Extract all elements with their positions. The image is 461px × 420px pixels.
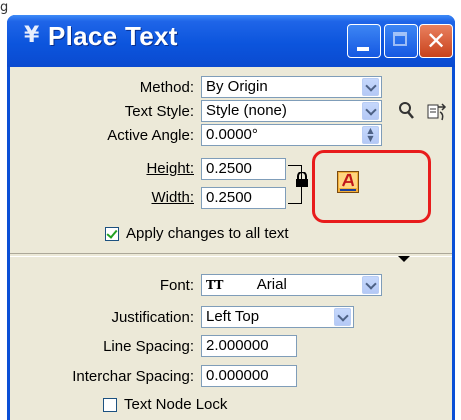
window-title: Place Text — [48, 21, 178, 51]
width-input[interactable]: 0.2500 — [201, 187, 286, 209]
justification-select[interactable]: Left Top — [201, 306, 354, 328]
text-style-label: Text Style: — [124, 103, 194, 120]
font-label: Font: — [159, 277, 194, 294]
interchar-spacing-input[interactable]: 0.000000 — [201, 365, 297, 387]
checkmark-icon — [106, 227, 118, 239]
maximize-button — [384, 24, 418, 58]
close-button[interactable]: ✕ — [419, 24, 453, 58]
width-label: Width: — [151, 189, 194, 206]
expand-arrow-icon[interactable] — [398, 256, 410, 262]
font-dropdown-button[interactable] — [362, 276, 379, 294]
text-node-lock-checkbox[interactable] — [103, 398, 117, 412]
font-select[interactable]: TT Arial — [201, 274, 382, 296]
text-editor-icon[interactable] — [337, 171, 359, 193]
width-value: 0.2500 — [206, 189, 252, 206]
text-style-dropdown-button[interactable] — [362, 102, 379, 120]
magnifier-icon[interactable] — [396, 100, 418, 122]
apply-changes-checkbox[interactable] — [105, 227, 119, 241]
justification-label: Justification: — [111, 309, 194, 326]
method-label: Method: — [139, 79, 194, 96]
active-angle-input[interactable]: 0.0000° — [201, 124, 382, 146]
section-divider — [10, 253, 452, 257]
method-dropdown-button[interactable] — [362, 78, 379, 96]
font-value: Arial — [256, 276, 287, 293]
text-style-value: Style (none) — [206, 102, 287, 119]
interchar-spacing-label: Interchar Spacing: — [72, 368, 194, 385]
close-icon: ✕ — [425, 27, 447, 55]
figure-label: g — [0, 0, 9, 15]
text-node-lock-label: Text Node Lock — [124, 396, 228, 413]
padlock-icon[interactable] — [295, 171, 309, 188]
line-spacing-input[interactable]: 2.000000 — [201, 335, 297, 357]
line-spacing-label: Line Spacing: — [103, 338, 194, 355]
edit-text-style-icon[interactable] — [425, 100, 449, 122]
text-style-select[interactable]: Style (none) — [201, 100, 382, 122]
minimize-icon — [357, 47, 369, 51]
maximize-icon — [393, 32, 407, 46]
height-label: Height: — [146, 160, 194, 177]
minimize-button[interactable] — [347, 24, 381, 58]
line-spacing-value: 2.000000 — [206, 337, 269, 354]
interchar-spacing-value: 0.000000 — [206, 367, 269, 384]
active-angle-value: 0.0000° — [206, 126, 258, 143]
active-angle-label: Active Angle: — [107, 127, 194, 144]
truetype-font-icon: TT — [206, 278, 224, 292]
height-input[interactable]: 0.2500 — [201, 158, 286, 180]
justification-value: Left Top — [206, 308, 260, 325]
method-value: By Origin — [206, 78, 268, 95]
highlight-callout — [312, 150, 431, 223]
place-text-tool-icon: ¥ — [24, 23, 40, 48]
method-select[interactable]: By Origin — [201, 76, 382, 98]
apply-changes-label: Apply changes to all text — [126, 225, 289, 242]
active-angle-spinner[interactable]: ▲ ▼ — [362, 126, 379, 144]
justification-dropdown-button[interactable] — [334, 308, 351, 326]
height-value: 0.2500 — [206, 160, 252, 177]
